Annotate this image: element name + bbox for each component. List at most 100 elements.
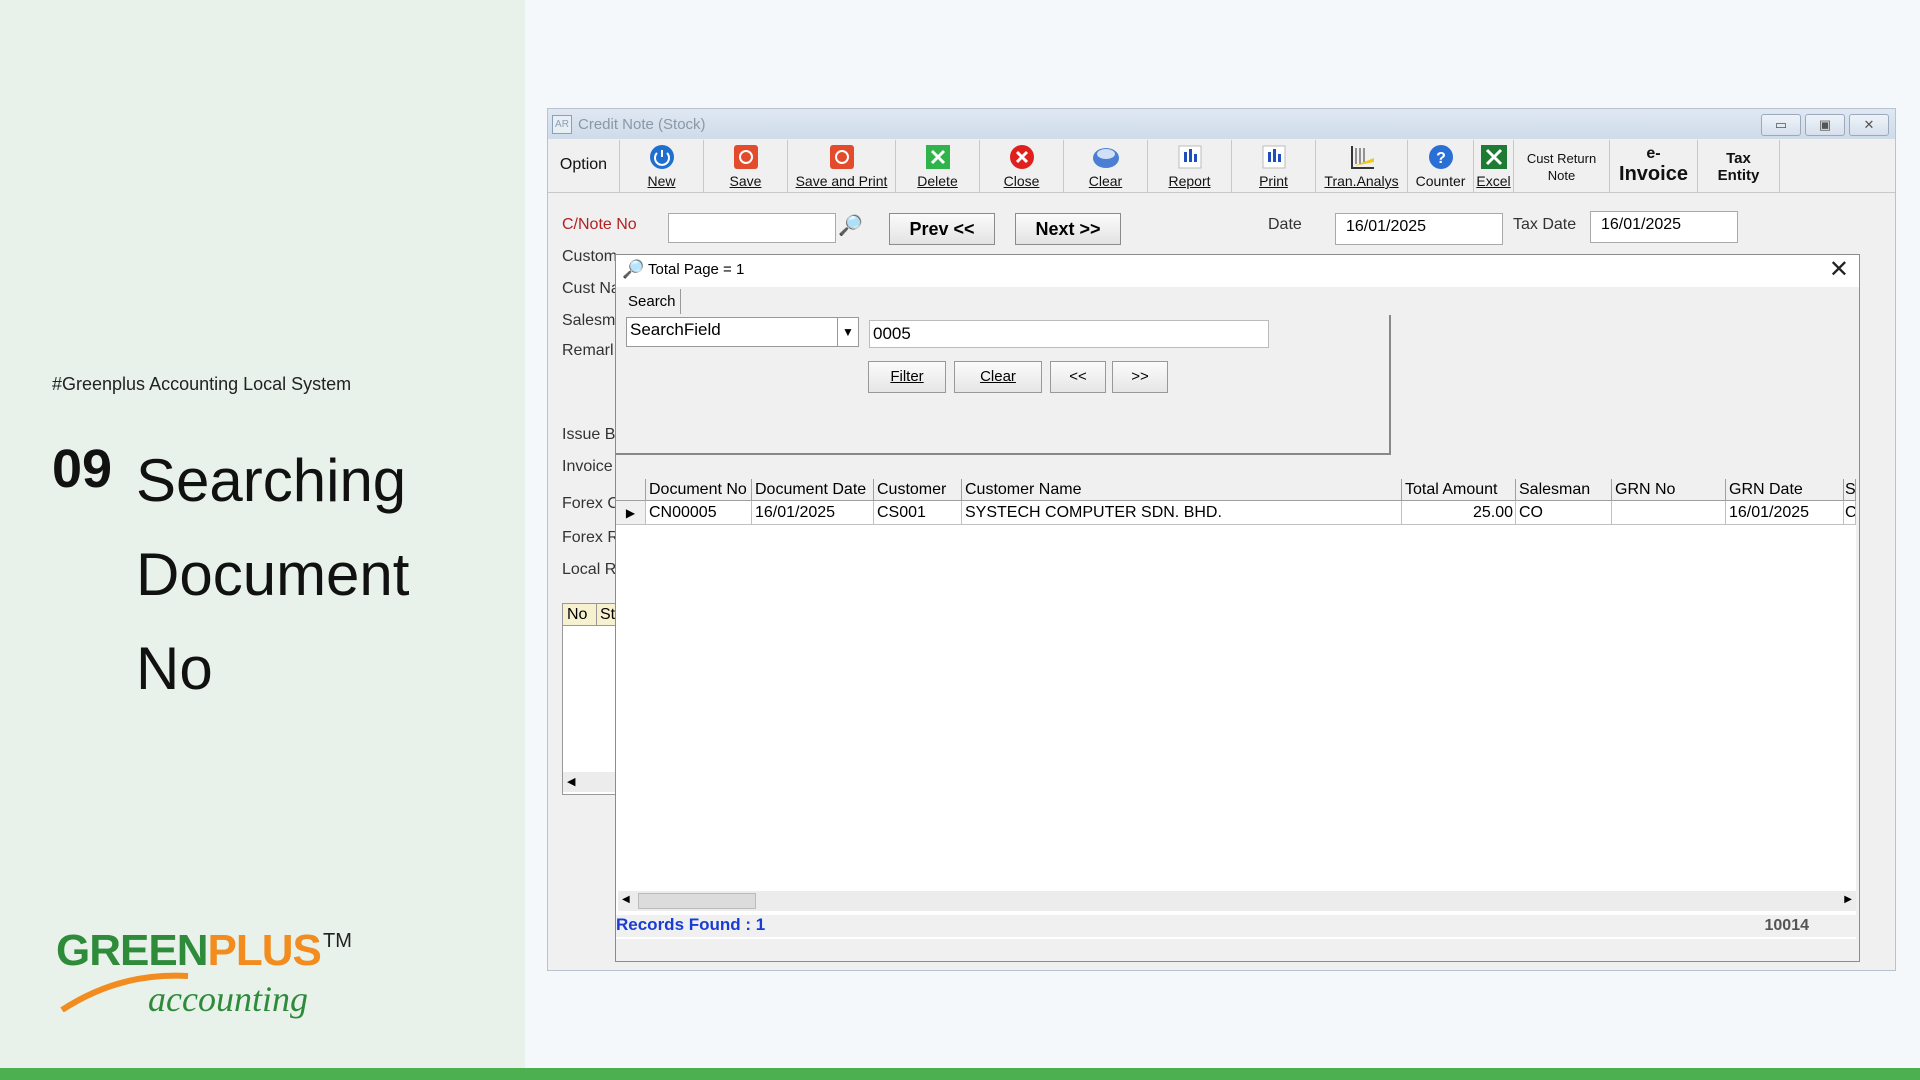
dialog-close-icon[interactable]: ✕ [1829,255,1849,284]
slide-title-line: Document [136,541,410,608]
eraser-icon [1092,148,1119,168]
cust-name-label: Cust Na [562,280,620,297]
cnote-search-icon[interactable]: 🔎 [838,213,864,243]
save-icon [733,145,758,169]
save-button[interactable]: Save [704,140,788,192]
column-header[interactable]: Salesman [1516,479,1612,501]
report-icon [1178,145,1201,169]
minimize-button[interactable]: ▭ [1761,114,1801,136]
tax-date-input[interactable]: 16/01/2025 [1590,211,1738,243]
report-button[interactable]: Report [1148,140,1232,192]
excel-icon [1480,145,1507,169]
invoice-label: Invoice [562,458,613,475]
option-button[interactable]: Option [548,140,620,192]
tax-entity-line2: Entity [1717,167,1760,184]
table-cell[interactable]: SYSTECH COMPUTER SDN. BHD. [962,501,1402,525]
table-cell[interactable] [1612,501,1726,525]
cust-return-line1: Cust Return [1526,151,1597,166]
new-button[interactable]: New [620,140,704,192]
save-and-print-button[interactable]: Save and Print [788,140,896,192]
help-icon: ? [1428,145,1453,169]
column-header[interactable]: S [1844,479,1856,501]
remark-label: Remarl [562,342,614,359]
table-cell[interactable]: C [1844,501,1856,525]
slide-number: 09 [52,439,113,499]
excel-button[interactable]: Excel [1474,140,1514,192]
column-header[interactable]: Total Amount [1402,479,1516,501]
prev-button[interactable]: Prev << [889,213,995,245]
table-cell[interactable]: CS001 [874,501,962,525]
table-cell[interactable]: 25.00 [1402,501,1516,525]
dialog-body: Search SearchField ▼ 0005 Filter Clear <… [616,287,1859,961]
chevron-down-icon[interactable]: ▼ [837,318,858,346]
footer-bar [0,1068,1920,1080]
delete-icon [925,145,950,169]
scrollbar-thumb[interactable] [638,893,756,909]
next-button[interactable]: Next >> [1015,213,1121,245]
scroll-left-icon[interactable]: ◀ [622,894,630,905]
clear-button[interactable]: Clear [1064,140,1148,192]
status-code: 10014 [1764,917,1810,934]
logo-trademark: TM [323,930,352,952]
records-found: Records Found : 1 [616,915,766,934]
column-header[interactable]: GRN No [1612,479,1726,501]
table-cell[interactable]: CO [1516,501,1612,525]
row-selector-header [616,479,646,501]
clear-search-button[interactable]: Clear [954,361,1042,393]
table-cell[interactable]: 16/01/2025 [1726,501,1844,525]
column-header[interactable]: Document No [646,479,752,501]
search-dialog: 🔎 Total Page = 1 ✕ Search SearchField ▼ … [615,254,1860,962]
customer-label: Custom [562,248,618,265]
salesman-label: Salesm [562,312,616,329]
e-invoice-button[interactable]: e- Invoice [1610,140,1698,192]
save-print-icon [829,145,854,169]
tax-entity-button[interactable]: Tax Entity [1698,140,1780,192]
table-cell[interactable]: CN00005 [646,501,752,525]
close-button[interactable]: Close [980,140,1064,192]
print-button[interactable]: Print [1232,140,1316,192]
search-field-select[interactable]: SearchField ▼ [626,317,859,347]
tab-search[interactable]: Search [624,289,681,314]
maximize-button[interactable]: ▣ [1805,114,1845,136]
slide-title-line: Searching [136,447,407,514]
cnote-no-label: C/Note No [562,216,637,233]
cnote-no-input[interactable] [668,213,836,243]
search-field-value: SearchField [630,320,721,339]
delete-button[interactable]: Delete [896,140,980,192]
tran-analys-button[interactable]: Tran.Analys [1316,140,1408,192]
toolbar: Option New Save Save and Print Delete Cl… [548,140,1895,193]
results-grid[interactable]: Document No Document Date Customer Custo… [616,479,1856,939]
column-header[interactable]: Document Date [752,479,874,501]
slide-sidebar: #Greenplus Accounting Local System 09 Se… [0,0,525,1068]
e-invoice-line1: e- [1646,145,1661,162]
magnifier-icon: 🔎 [622,259,645,279]
analysis-icon [1350,146,1374,169]
filter-button[interactable]: Filter [868,361,946,393]
detail-grid-no-header: No [563,604,597,626]
power-icon [649,145,674,169]
horizontal-scrollbar[interactable]: ◀ ▶ [618,891,1856,911]
row-selector-icon[interactable]: ▶ [616,501,646,525]
cust-return-note-button[interactable]: Cust Return Note [1514,140,1610,192]
tax-date-label: Tax Date [1513,216,1577,233]
logo-text-plus: PLUS [207,926,321,975]
slide-title-line: No [136,635,213,702]
date-input[interactable]: 16/01/2025 [1335,213,1503,245]
scroll-right-icon[interactable]: ▶ [1844,894,1852,905]
issue-by-label: Issue B [562,426,616,443]
column-header[interactable]: Customer [874,479,962,501]
print-icon [1262,145,1285,169]
counter-button[interactable]: ? Counter [1408,140,1474,192]
close-window-button[interactable]: ✕ [1849,114,1889,136]
prev-page-button[interactable]: << [1050,361,1106,393]
slide-hashtag: #Greenplus Accounting Local System [52,374,352,394]
next-page-button[interactable]: >> [1112,361,1168,393]
column-header[interactable]: GRN Date [1726,479,1844,501]
column-header[interactable]: Customer Name [962,479,1402,501]
scroll-left-icon[interactable]: ◀ [563,772,623,792]
search-input[interactable]: 0005 [869,320,1269,348]
local-rate-label: Local R [562,561,617,578]
forex-rate-label: Forex R [562,529,619,546]
window-titlebar: AR Credit Note (Stock) ▭ ▣ ✕ [548,109,1895,139]
table-cell[interactable]: 16/01/2025 [752,501,874,525]
